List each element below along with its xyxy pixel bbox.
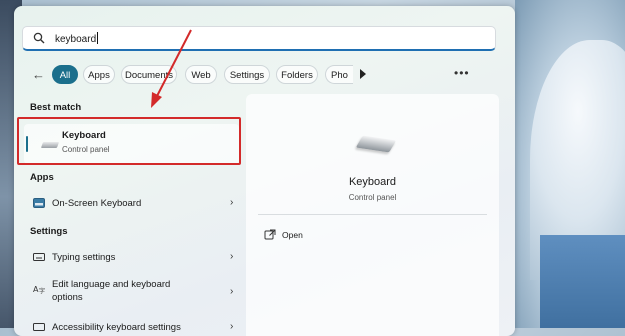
search-box[interactable]: keyboard: [22, 26, 496, 51]
setting-label: Typing settings: [52, 252, 116, 263]
scroll-right-icon[interactable]: [360, 69, 366, 79]
wallpaper-water: [540, 235, 625, 328]
filter-web[interactable]: Web: [185, 65, 217, 84]
highlight-box: [17, 117, 241, 165]
chevron-right-icon[interactable]: ›: [230, 286, 233, 297]
filter-all[interactable]: All: [52, 65, 78, 84]
detail-pane: Keyboard Control panel Open: [246, 94, 499, 336]
start-search-panel: keyboard ← All Apps Documents Web Settin…: [14, 6, 515, 336]
best-match-heading: Best match: [30, 102, 82, 113]
setting-typing[interactable]: Typing settings ›: [24, 246, 239, 270]
open-external-icon: [264, 229, 276, 240]
chevron-right-icon[interactable]: ›: [230, 251, 233, 262]
back-arrow-icon[interactable]: ←: [32, 68, 46, 82]
svg-text:字: 字: [39, 287, 45, 294]
search-icon: [33, 32, 45, 44]
detail-subtitle: Control panel: [348, 193, 397, 202]
settings-heading: Settings: [30, 226, 68, 237]
app-on-screen-keyboard[interactable]: On-Screen Keyboard ›: [24, 192, 239, 216]
keyboard-settings-icon: [33, 253, 45, 261]
language-icon: A 字: [33, 285, 45, 294]
apps-heading: Apps: [30, 172, 54, 183]
chevron-right-icon[interactable]: ›: [230, 197, 233, 208]
setting-edit-language[interactable]: A 字 Edit language and keyboard options ›: [24, 276, 239, 308]
on-screen-keyboard-icon: [33, 198, 45, 208]
setting-label: Edit language and keyboard: [52, 279, 171, 290]
search-input-value[interactable]: keyboard: [55, 34, 96, 45]
app-label: On-Screen Keyboard: [52, 198, 142, 209]
filter-bar: ← All Apps Documents Web Settings Folder…: [14, 64, 515, 86]
filter-photos[interactable]: Pho: [325, 65, 353, 84]
chevron-right-icon[interactable]: ›: [230, 321, 233, 332]
open-label: Open: [282, 230, 303, 240]
filter-documents[interactable]: Documents: [121, 65, 177, 84]
accessibility-keyboard-icon: [33, 323, 45, 331]
divider: [258, 214, 487, 215]
filter-folders[interactable]: Folders: [276, 65, 318, 84]
setting-label-line2: options: [52, 292, 83, 303]
setting-accessibility-keyboard[interactable]: Accessibility keyboard settings ›: [24, 316, 239, 336]
filter-apps[interactable]: Apps: [83, 65, 115, 84]
text-caret: [97, 32, 99, 44]
more-options-icon[interactable]: •••: [454, 66, 470, 80]
detail-title: Keyboard: [348, 176, 397, 188]
filter-settings[interactable]: Settings: [224, 65, 270, 84]
keyboard-large-icon: [355, 135, 397, 153]
